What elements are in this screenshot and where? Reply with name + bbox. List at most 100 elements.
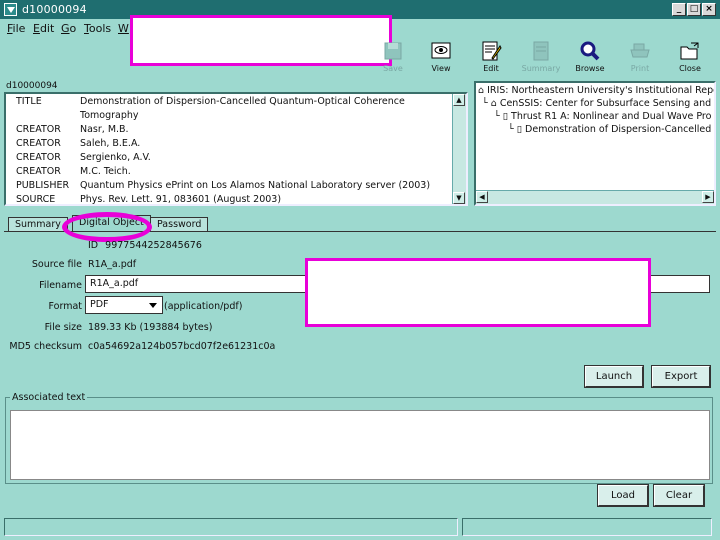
- close-folder-icon: [680, 42, 699, 60]
- hierarchy-tree: ⌂ IRIS: Northeastern University's Instit…: [474, 81, 716, 206]
- scroll-down-arrow-icon[interactable]: ▼: [453, 192, 465, 204]
- file-size-value: 189.33 Kb (193884 bytes): [88, 322, 213, 333]
- print-button[interactable]: Print: [613, 38, 667, 76]
- format-label: Format: [48, 301, 82, 312]
- format-mime: (application/pdf): [164, 301, 243, 312]
- metadata-row: CREATOR Saleh, B.E.A.: [6, 138, 456, 152]
- metadata-table: TITLE Demonstration of Dispersion-Cancell…: [4, 92, 468, 206]
- edit-button[interactable]: Edit: [464, 38, 518, 76]
- document-icon: ▯: [516, 124, 522, 135]
- tree-item-label: Thrust R1 A: Nonlinear and Dual Wave Pro: [511, 111, 712, 122]
- print-label: Print: [630, 64, 650, 73]
- close-button[interactable]: Close: [663, 38, 717, 76]
- id-row: ID 9977544252845676: [88, 240, 202, 251]
- app-menu-icon[interactable]: [4, 3, 17, 16]
- tree-item-label: IRIS: Northeastern University's Institut…: [487, 85, 716, 96]
- filename-input-value: R1A_a.pdf: [90, 278, 139, 289]
- tab-summary[interactable]: Summary: [8, 217, 68, 232]
- summary-button[interactable]: Summary: [514, 38, 568, 76]
- minimize-button[interactable]: _: [672, 3, 686, 16]
- annotation-ellipse: [62, 212, 152, 242]
- metadata-row: TITLE Demonstration of Dispersion-Cancell…: [6, 96, 456, 110]
- menu-go[interactable]: Go: [61, 22, 76, 35]
- tree-item-thrust[interactable]: └ ▯ Thrust R1 A: Nonlinear and Dual Wave…: [494, 111, 711, 125]
- tree-item-document[interactable]: └ ▯ Demonstration of Dispersion-Cancelle…: [508, 124, 711, 138]
- metadata-value: Saleh, B.E.A.: [80, 138, 141, 149]
- filename-label: Filename: [39, 280, 82, 291]
- clear-button[interactable]: Clear: [653, 484, 705, 507]
- magnifier-icon: [580, 41, 600, 61]
- metadata-key: CREATOR: [16, 124, 61, 135]
- save-icon: [384, 42, 402, 60]
- associated-text-area[interactable]: [10, 410, 710, 480]
- annotation-box-middle: [305, 258, 651, 327]
- metadata-key: TITLE: [16, 96, 42, 107]
- edit-label: Edit: [483, 64, 499, 73]
- md5-label: MD5 checksum: [9, 341, 82, 352]
- maximize-button[interactable]: □: [687, 3, 701, 16]
- menu-edit-label: dit: [39, 22, 55, 35]
- export-label: Export: [664, 371, 698, 382]
- metadata-key: PUBLISHER: [16, 180, 70, 191]
- tree-item-center[interactable]: └ ⌂ CenSSIS: Center for Subsurface Sensi…: [482, 98, 711, 112]
- menu-file[interactable]: File: [7, 22, 25, 35]
- metadata-row: CREATOR Nasr, M.B.: [6, 124, 456, 138]
- launch-button[interactable]: Launch: [584, 365, 644, 388]
- status-bar: [4, 518, 716, 536]
- menu-window[interactable]: W: [118, 22, 129, 35]
- status-cell-main: [4, 518, 458, 536]
- metadata-value: Quantum Physics ePrint on Los Alamos Nat…: [80, 180, 431, 191]
- close-label: Close: [679, 64, 701, 73]
- save-label: Save: [383, 64, 403, 73]
- metadata-value: Nasr, M.B.: [80, 124, 129, 135]
- scroll-up-arrow-icon[interactable]: ▲: [453, 94, 465, 106]
- annotation-box-top: [130, 15, 392, 66]
- metadata-value: Tomography: [80, 110, 139, 121]
- scroll-right-arrow-icon[interactable]: ▶: [702, 191, 714, 203]
- format-select[interactable]: PDF: [85, 296, 163, 314]
- window-title: d10000094: [22, 3, 87, 16]
- metadata-key: CREATOR: [16, 166, 61, 177]
- printer-icon: [630, 43, 650, 58]
- metadata-value: M.C. Teich.: [80, 166, 131, 177]
- metadata-row: SOURCE Phys. Rev. Lett. 91, 083601 (Augus…: [6, 194, 456, 205]
- metadata-value: Sergienko, A.V.: [80, 152, 151, 163]
- summary-icon: [533, 41, 549, 61]
- md5-value: c0a54692a124b057bcd07f2e61231c0a: [88, 341, 276, 352]
- tab-password[interactable]: Password: [150, 217, 209, 232]
- close-window-button[interactable]: ×: [702, 3, 716, 16]
- edit-icon: [482, 41, 502, 61]
- browse-button[interactable]: Browse: [563, 38, 617, 76]
- load-button[interactable]: Load: [597, 484, 649, 507]
- metadata-key: CREATOR: [16, 138, 61, 149]
- tree-branch-icon: └: [508, 124, 514, 135]
- status-cell-secondary: [462, 518, 712, 536]
- save-button[interactable]: Save: [366, 38, 420, 76]
- scroll-left-arrow-icon[interactable]: ◀: [476, 191, 488, 203]
- view-button[interactable]: View: [414, 38, 468, 76]
- view-icon: [431, 42, 451, 59]
- chevron-down-icon: [149, 303, 157, 308]
- metadata-row: CREATOR Sergienko, A.V.: [6, 152, 456, 166]
- building-icon: ⌂: [490, 98, 497, 109]
- menu-tools[interactable]: Tools: [84, 22, 111, 35]
- export-button[interactable]: Export: [651, 365, 711, 388]
- metadata-key: CREATOR: [16, 152, 61, 163]
- tree-item-label: Demonstration of Dispersion-Cancelled: [525, 124, 712, 135]
- metadata-row: CREATOR M.C. Teich.: [6, 166, 456, 180]
- metadata-value: Phys. Rev. Lett. 91, 083601 (August 2003…: [80, 194, 282, 205]
- tree-item-root[interactable]: ⌂ IRIS: Northeastern University's Instit…: [478, 85, 716, 99]
- tree-hscrollbar[interactable]: ◀ ▶: [476, 190, 714, 204]
- source-file-label: Source file: [31, 259, 82, 270]
- metadata-scrollbar[interactable]: ▲ ▼: [452, 94, 466, 204]
- id-value: 997754425284567: [105, 240, 196, 251]
- tree-branch-icon: └: [482, 98, 488, 109]
- view-label: View: [431, 64, 451, 73]
- launch-label: Launch: [595, 371, 633, 382]
- menu-edit-mnemonic: E: [33, 22, 40, 35]
- associated-text-label: Associated text: [10, 392, 88, 403]
- page-icon: ▯: [502, 111, 508, 122]
- load-label: Load: [611, 490, 635, 501]
- clear-label: Clear: [665, 490, 693, 501]
- menu-edit[interactable]: Edit: [33, 22, 54, 35]
